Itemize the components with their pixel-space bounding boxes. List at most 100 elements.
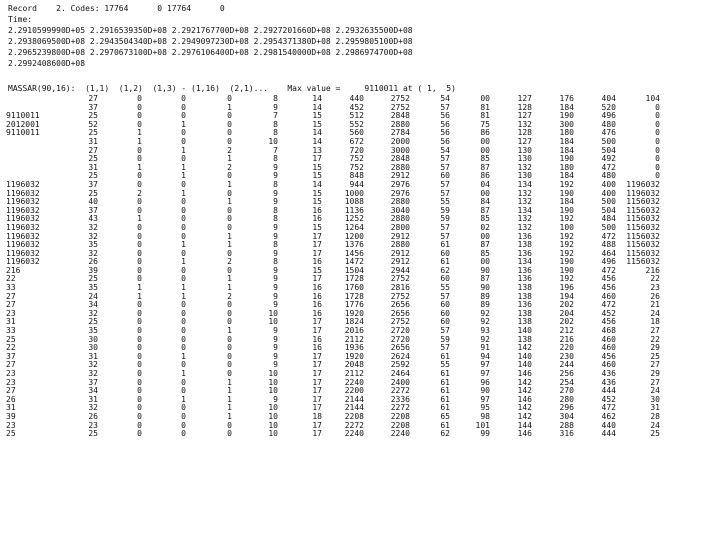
- table-cell: 8: [273, 206, 278, 215]
- table-cell: 25: [88, 318, 98, 327]
- table-cell: 436: [601, 370, 616, 378]
- table-cell: 0: [181, 309, 186, 318]
- table-cell: 85: [480, 155, 490, 164]
- table-cell: 0: [655, 155, 660, 164]
- table-cell: 1: [227, 395, 232, 404]
- table-cell: 0: [227, 421, 232, 430]
- table-cell: 0: [137, 395, 142, 404]
- table-cell: 27: [650, 361, 660, 370]
- table-cell: 216: [645, 266, 660, 275]
- table-cell: 1: [137, 137, 142, 146]
- table-cell: 496: [601, 112, 616, 121]
- table-cell: 27: [650, 327, 660, 336]
- table-cell: 57: [440, 155, 450, 164]
- table-cell: 196: [559, 284, 574, 293]
- table-cell: 0: [227, 430, 232, 439]
- table-cell: 1: [181, 146, 186, 155]
- table-cell: 15: [312, 172, 322, 181]
- table-cell: 13: [312, 146, 322, 155]
- table-cell: 17: [312, 430, 322, 439]
- table-cell: 720: [349, 146, 364, 155]
- table-cell: 2048: [344, 361, 364, 370]
- table-cell: 184: [559, 198, 574, 207]
- table-cell: 0: [227, 112, 232, 121]
- table-cell: 132: [517, 163, 532, 172]
- table-cell: 1156032: [626, 249, 660, 258]
- table-row: 37 0 0 1 9 14 452 2752 57 81 128 184 520 0: [6, 104, 660, 113]
- table-cell: 23: [650, 284, 660, 293]
- table-cell: 89: [480, 292, 490, 301]
- table-cell: 1: [227, 327, 232, 336]
- table-cell: 0: [227, 352, 232, 361]
- table-cell: 472: [601, 301, 616, 310]
- table-cell: 0: [227, 172, 232, 181]
- table-cell: 86: [480, 172, 490, 181]
- table-cell: 25: [88, 129, 98, 138]
- table-cell: 0: [137, 232, 142, 241]
- table-cell: 32: [88, 361, 98, 370]
- table-cell: 456: [601, 318, 616, 327]
- table-cell: 2272: [390, 404, 410, 413]
- table-cell: 2720: [390, 335, 410, 344]
- table-cell: 1196032: [6, 206, 40, 215]
- table-cell: 17: [312, 318, 322, 327]
- table-cell: 17: [312, 327, 322, 336]
- table-cell: 0: [137, 318, 142, 327]
- table-cell: 56: [440, 112, 450, 121]
- table-cell: 23: [6, 370, 16, 378]
- table-cell: 15: [312, 112, 322, 121]
- table-cell: 1196032: [626, 180, 660, 189]
- table-cell: 2752: [390, 292, 410, 301]
- table-cell: 2880: [390, 120, 410, 129]
- table-cell: 2752: [390, 318, 410, 327]
- table-row: 33 35 1 1 1 9 16 1760 2816 55 90 138 196 456 23: [6, 284, 660, 293]
- table-cell: 0: [227, 249, 232, 258]
- massar-table: 27 0 0 0 8 14 440 2752 54 00 127 176 404 104 37 0 0 1 9 14 4…: [6, 95, 660, 439]
- table-cell: 31: [88, 137, 98, 146]
- table-cell: 27: [88, 146, 98, 155]
- table-cell: 0: [655, 103, 660, 112]
- table-cell: 31: [88, 352, 98, 361]
- table-cell: 488: [601, 241, 616, 250]
- table-cell: 1: [181, 120, 186, 129]
- table-cell: 40: [88, 198, 98, 207]
- table-cell: 0: [181, 198, 186, 207]
- table-cell: 2912: [390, 232, 410, 241]
- table-cell: 23: [6, 309, 16, 318]
- table-cell: 0: [137, 361, 142, 370]
- table-cell: 00: [480, 189, 490, 198]
- table-cell: 0: [137, 258, 142, 267]
- table-cell: 176: [559, 95, 574, 103]
- table-cell: 204: [559, 309, 574, 318]
- table-cell: 57: [440, 163, 450, 172]
- matrix-caption: MASSAR(90,16): (1,1) (1,2) (1,3) - (1,16…: [8, 84, 456, 93]
- table-cell: 2752: [390, 103, 410, 112]
- table-cell: 57: [440, 223, 450, 232]
- table-row: 33 35 0 0 1 9 17 2016 2720 57 93 140 212 468 27: [6, 327, 660, 336]
- table-cell: 62: [440, 266, 450, 275]
- table-cell: 2112: [344, 335, 364, 344]
- table-row: 31 1 0 0 10 14 672 2000 56 00 127 184 500 0: [6, 138, 660, 147]
- table-cell: 848: [349, 172, 364, 181]
- table-row: 2012001 52 0 1 0 8 15 552 2880 56 75 132 300 480 0: [6, 121, 660, 130]
- table-cell: 9: [273, 335, 278, 344]
- table-row: 1196032 35 0 1 1 8 17 1376 2880 61 87 138 192 488 1156…: [6, 241, 660, 250]
- table-cell: 0: [655, 172, 660, 181]
- table-cell: 2400: [390, 378, 410, 387]
- table-cell: 2656: [390, 301, 410, 310]
- table-cell: 16: [312, 258, 322, 267]
- table-cell: 59: [440, 206, 450, 215]
- table-cell: 2200: [344, 387, 364, 396]
- table-cell: 1: [227, 241, 232, 250]
- table-cell: 29: [650, 370, 660, 378]
- table-cell: 104: [645, 95, 660, 103]
- table-cell: 130: [517, 172, 532, 181]
- table-cell: 92: [480, 309, 490, 318]
- table-cell: 9: [273, 172, 278, 181]
- table-cell: 60: [440, 301, 450, 310]
- table-cell: 26: [6, 395, 16, 404]
- table-cell: 2: [137, 189, 142, 198]
- table-cell: 136: [517, 232, 532, 241]
- table-cell: 100: [559, 223, 574, 232]
- table-cell: 9: [273, 223, 278, 232]
